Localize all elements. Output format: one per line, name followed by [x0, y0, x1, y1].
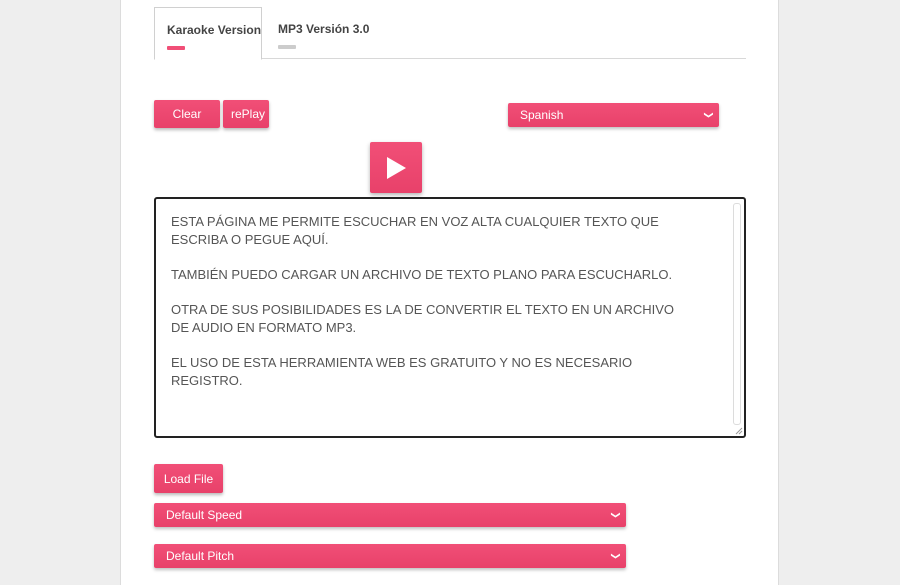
play-button[interactable]: [370, 142, 422, 193]
chevron-down-icon: ❯: [611, 511, 622, 519]
tab-inactive-indicator: [278, 45, 296, 49]
text-paragraph: ESTA PÁGINA ME PERMITE ESCUCHAR EN VOZ A…: [171, 214, 659, 247]
text-paragraph: OTRA DE SUS POSIBILIDADES ES LA DE CONVE…: [171, 302, 675, 335]
speed-select[interactable]: Default Speed ❯: [154, 503, 626, 527]
tab-label: Karaoke Version: [167, 23, 262, 37]
tab-bar: Karaoke Version MP3 Versión 3.0: [154, 7, 746, 60]
pitch-select-value: Default Pitch: [166, 549, 235, 563]
text-input-area[interactable]: ESTA PÁGINA ME PERMITE ESCUCHAR EN VOZ A…: [154, 197, 746, 438]
replay-button[interactable]: rePlay: [223, 100, 269, 128]
text-paragraph: TAMBIÉN PUEDO CARGAR UN ARCHIVO DE TEXTO…: [171, 267, 673, 282]
pitch-select[interactable]: Default Pitch ❯: [154, 544, 626, 568]
language-select[interactable]: Spanish ❯: [508, 103, 719, 127]
play-icon: [387, 156, 406, 179]
chevron-down-icon: ❯: [704, 111, 715, 119]
clear-text-button[interactable]: Clear Text: [154, 100, 220, 149]
chevron-down-icon: ❯: [611, 552, 622, 560]
tab-karaoke-version[interactable]: Karaoke Version: [154, 7, 262, 60]
textarea-scrollbar[interactable]: [733, 203, 741, 425]
language-select-value: Spanish: [520, 108, 564, 122]
load-file-button[interactable]: Load File: [154, 464, 223, 493]
tab-label: MP3 Versión 3.0: [278, 22, 370, 36]
text-paragraph: EL USO DE ESTA HERRAMIENTA WEB ES GRATUI…: [171, 355, 633, 388]
tab-active-indicator: [167, 46, 185, 50]
resize-handle-icon[interactable]: [735, 427, 743, 435]
speed-select-value: Default Speed: [166, 508, 243, 522]
tab-mp3-version[interactable]: MP3 Versión 3.0: [266, 7, 381, 59]
